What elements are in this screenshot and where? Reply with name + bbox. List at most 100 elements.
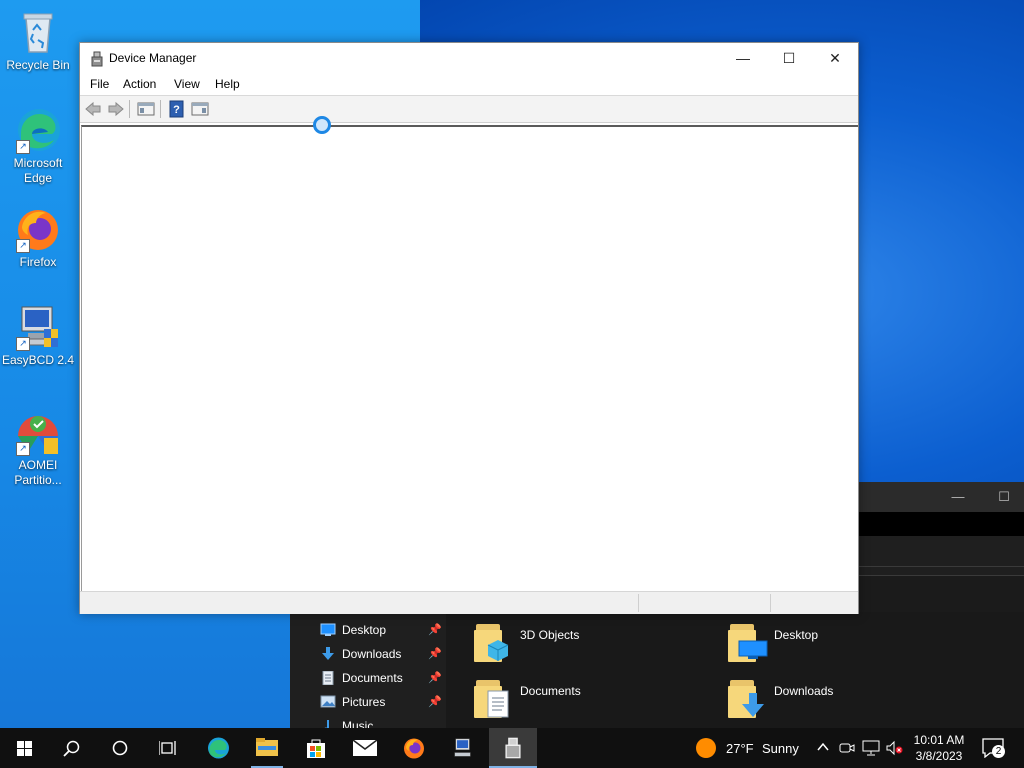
3d-objects-folder-icon	[474, 618, 514, 662]
nav-item-pictures[interactable]: Pictures 📌	[320, 692, 446, 712]
shortcut-arrow-icon: ↗	[16, 239, 30, 253]
window-title: Device Manager	[109, 51, 197, 65]
taskbar: 27°F Sunny 10:01 AM 3/8/2023 2	[0, 728, 1024, 768]
taskbar-device-manager[interactable]	[489, 728, 537, 768]
explorer-ribbon-tabs	[858, 512, 1024, 536]
aomei-icon: ↗	[14, 408, 62, 456]
taskbar-edge[interactable]	[194, 728, 242, 768]
notification-center-button[interactable]: 2	[982, 738, 1006, 760]
menu-file[interactable]: File	[90, 77, 109, 91]
show-hide-console-tree-icon[interactable]	[137, 100, 155, 118]
clock[interactable]: 10:01 AM 3/8/2023	[908, 732, 970, 764]
downloads-arrow-icon	[320, 647, 336, 661]
easybcd-icon	[454, 738, 471, 757]
edge-icon: ↗	[14, 106, 62, 154]
desktop-icon-label: Firefox	[19, 255, 57, 269]
maximize-button[interactable]: ☐	[766, 43, 812, 73]
status-separator	[638, 594, 639, 612]
search-icon	[63, 740, 80, 757]
edge-icon	[208, 737, 229, 759]
menu-bar: File Action View Help	[80, 73, 858, 96]
taskbar-file-explorer[interactable]	[243, 728, 291, 768]
cortana-icon	[112, 740, 128, 756]
file-explorer-icon	[256, 738, 278, 756]
pin-icon: 📌	[428, 624, 442, 636]
desktop-icon-firefox[interactable]: ↗ Firefox	[0, 205, 76, 270]
clock-date: 3/8/2023	[915, 749, 963, 763]
device-tree-pane[interactable]	[81, 125, 858, 591]
explorer-navigation-pane: Desktop 📌 Downloads 📌 Documents 📌 Pictur…	[290, 612, 446, 728]
taskbar-firefox[interactable]	[390, 728, 438, 768]
menu-action[interactable]: Action	[123, 77, 156, 91]
taskbar-store[interactable]	[292, 728, 340, 768]
explorer-maximize-button[interactable]: ☐	[981, 482, 1024, 512]
explorer-address-bar[interactable]	[858, 536, 1024, 567]
device-manager-window: Device Manager — ☐ ✕ File Action View He…	[79, 42, 859, 614]
task-view-button[interactable]	[144, 728, 192, 768]
nav-item-music[interactable]: Music	[320, 716, 446, 728]
device-manager-icon	[90, 51, 104, 67]
back-icon[interactable]	[84, 100, 102, 118]
help-icon[interactable]: ?	[168, 100, 186, 118]
volume-muted-icon[interactable]	[886, 740, 904, 759]
desktop-icon-label: Recycle Bin	[6, 58, 70, 72]
clock-time: 10:01 AM	[913, 733, 965, 747]
explorer-minimize-button[interactable]: —	[935, 482, 981, 512]
pin-icon: 📌	[428, 648, 442, 660]
firefox-icon: ↗	[14, 205, 62, 253]
desktop-icon-label: Microsoft Edge	[13, 156, 63, 185]
downloads-folder-icon	[728, 674, 768, 718]
meet-now-icon[interactable]	[839, 740, 855, 759]
nav-item-documents[interactable]: Documents 📌	[320, 668, 446, 688]
shortcut-arrow-icon: ↗	[16, 140, 30, 154]
start-button[interactable]	[0, 728, 48, 768]
mail-icon	[353, 740, 377, 756]
show-hide-action-pane-icon[interactable]	[191, 100, 209, 118]
weather-sun-icon[interactable]	[696, 738, 716, 758]
shortcut-arrow-icon: ↗	[16, 442, 30, 456]
music-icon	[320, 719, 336, 728]
task-view-icon	[159, 741, 176, 755]
toolbar-separator	[160, 100, 161, 118]
desktop-icon-aomei[interactable]: ↗ AOMEI Partitio...	[0, 408, 76, 488]
documents-icon	[320, 670, 336, 686]
close-button[interactable]: ✕	[812, 43, 858, 73]
toolbar-separator	[129, 100, 130, 118]
store-icon	[307, 739, 325, 758]
notification-count-badge: 2	[992, 745, 1005, 758]
pin-icon: 📌	[428, 696, 442, 708]
file-explorer-content: Desktop 📌 Downloads 📌 Documents 📌 Pictur…	[290, 612, 1024, 728]
nav-item-downloads[interactable]: Downloads 📌	[320, 644, 446, 664]
desktop-icon-easybcd[interactable]: ↗ EasyBCD 2.4	[0, 303, 76, 368]
weather-condition[interactable]: Sunny	[762, 741, 799, 756]
shortcut-arrow-icon: ↗	[16, 337, 30, 351]
easybcd-icon: ↗	[14, 303, 62, 351]
toolbar: ?	[80, 96, 858, 123]
cortana-button[interactable]	[96, 728, 144, 768]
taskbar-mail[interactable]	[341, 728, 389, 768]
svg-text:?: ?	[173, 104, 180, 116]
forward-icon[interactable]	[107, 100, 125, 118]
desktop-folder-icon	[320, 623, 336, 637]
desktop-icon-label: AOMEI Partitio...	[14, 458, 62, 487]
search-button[interactable]	[48, 728, 96, 768]
desktop-icon-label: EasyBCD 2.4	[1, 353, 75, 367]
pictures-icon	[320, 695, 336, 709]
desktop-icon-edge[interactable]: ↗ Microsoft Edge	[0, 106, 76, 186]
taskbar-easybcd[interactable]	[439, 728, 487, 768]
network-icon[interactable]	[862, 740, 880, 759]
menu-view[interactable]: View	[174, 77, 200, 91]
documents-folder-icon	[474, 674, 514, 718]
weather-temperature[interactable]: 27°F	[726, 741, 754, 756]
nav-item-desktop[interactable]: Desktop 📌	[320, 620, 446, 640]
firefox-icon	[404, 738, 424, 759]
recycle-bin-icon	[14, 8, 62, 56]
desktop-folder-icon	[728, 618, 768, 662]
chevron-up-icon[interactable]	[816, 740, 830, 757]
device-manager-titlebar[interactable]: Device Manager — ☐ ✕	[80, 43, 858, 73]
pin-icon: 📌	[428, 672, 442, 684]
device-manager-icon	[505, 737, 521, 759]
menu-help[interactable]: Help	[215, 77, 240, 91]
desktop-icon-recycle-bin[interactable]: Recycle Bin	[0, 8, 76, 73]
minimize-button[interactable]: —	[720, 43, 766, 73]
